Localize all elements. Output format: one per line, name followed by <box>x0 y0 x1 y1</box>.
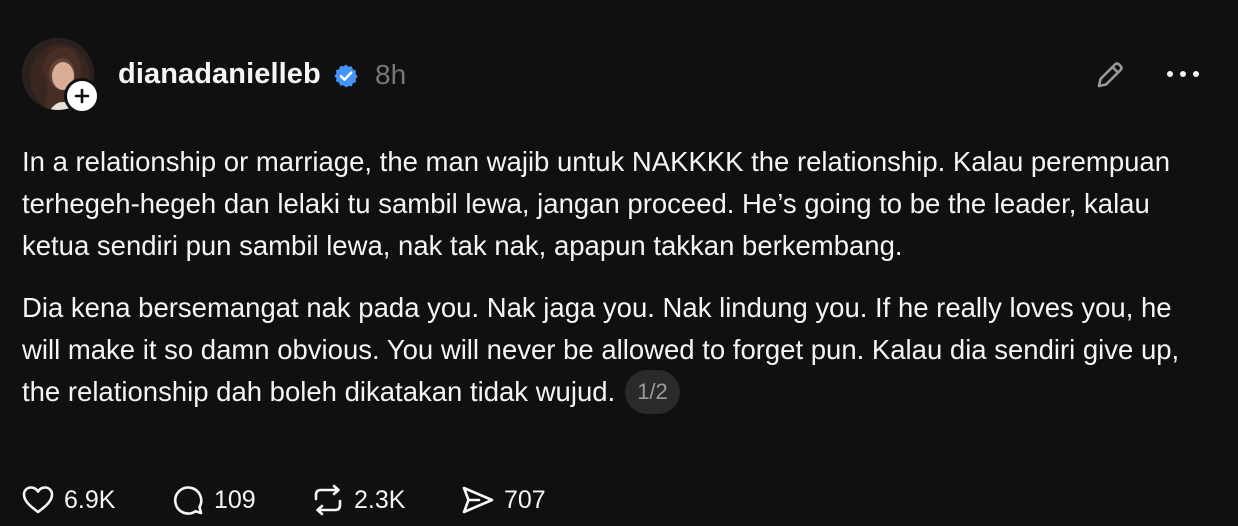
post-paragraph-text: Dia kena bersemangat nak pada you. Nak j… <box>22 292 1180 407</box>
author-avatar[interactable] <box>22 38 100 114</box>
heart-icon <box>22 486 54 514</box>
verified-badge-icon <box>334 64 358 88</box>
comment-icon <box>173 486 203 515</box>
share-count: 707 <box>504 485 546 514</box>
reply-count: 109 <box>214 485 256 514</box>
post-timestamp: 8h <box>375 59 407 90</box>
follow-button[interactable] <box>64 78 100 114</box>
reply-button[interactable]: 109 <box>170 480 310 520</box>
plus-icon <box>74 88 90 104</box>
author-username[interactable]: dianadanielleb <box>118 58 321 91</box>
action-bar: 6.9K 109 2.3K 707 <box>20 480 546 520</box>
repost-icon <box>314 484 342 516</box>
page-indicator[interactable]: 1/2 <box>625 369 680 414</box>
send-icon <box>462 486 494 514</box>
post-content: In a relationship or marriage, the man w… <box>22 141 1217 416</box>
post-paragraph: Dia kena bersemangat nak pada you. Nak j… <box>22 287 1217 416</box>
like-count: 6.9K <box>64 485 116 514</box>
share-button[interactable]: 707 <box>460 480 546 520</box>
repost-count: 2.3K <box>354 485 406 514</box>
thread-post: dianadanielleb 8h In a relationship or m… <box>0 0 1238 526</box>
edit-icon[interactable] <box>1092 57 1128 93</box>
like-button[interactable]: 6.9K <box>20 480 170 520</box>
repost-button[interactable]: 2.3K <box>310 480 460 520</box>
post-paragraph: In a relationship or marriage, the man w… <box>22 146 1171 261</box>
more-options-icon[interactable] <box>1164 64 1202 84</box>
